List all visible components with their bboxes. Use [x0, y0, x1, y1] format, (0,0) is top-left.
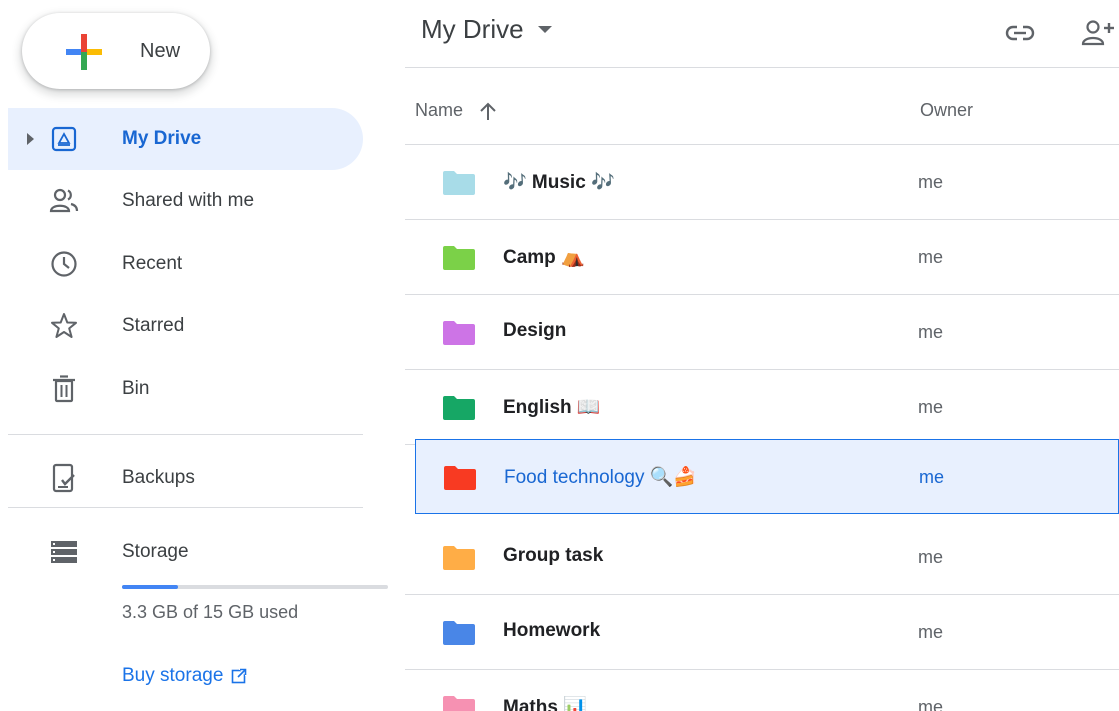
file-owner: me	[918, 622, 944, 642]
file-owner: me	[918, 247, 944, 267]
expand-caret-icon[interactable]	[27, 133, 34, 145]
sidebar-item-label: Starred	[122, 315, 185, 336]
file-row[interactable]: English 📖 me	[405, 370, 1119, 445]
folder-icon	[443, 171, 475, 195]
folder-icon	[443, 246, 475, 270]
star-icon	[48, 310, 80, 342]
file-name: Homework	[503, 620, 601, 641]
folder-icon	[443, 696, 475, 711]
storage-icon	[48, 536, 80, 568]
file-name: English 📖	[503, 397, 601, 418]
file-owner: me	[919, 467, 945, 487]
sidebar-item-recent[interactable]: Recent	[8, 233, 363, 295]
file-name: 🎶 Music 🎶	[503, 172, 615, 193]
file-owner: me	[918, 547, 944, 567]
sidebar-divider	[8, 507, 363, 508]
storage-progress-fill	[122, 585, 178, 589]
file-name: Design	[503, 320, 567, 341]
file-row[interactable]: Homework me	[405, 595, 1119, 670]
sidebar-item-label: Shared with me	[122, 190, 255, 211]
folder-icon	[443, 396, 475, 420]
file-row[interactable]: Food technology 🔍🍰 me	[415, 439, 1119, 514]
file-name: Maths 📊	[503, 697, 587, 711]
drive-icon	[48, 123, 80, 155]
folder-icon	[443, 546, 475, 570]
plus-icon	[66, 34, 102, 70]
sidebar-item-label: Storage	[122, 541, 189, 562]
main-content: My Drive Name Owner 🎶 Music 🎶 me Camp ⛺ …	[405, 0, 1119, 711]
sidebar-item-backups[interactable]: Backups	[8, 447, 363, 509]
file-owner: me	[918, 397, 944, 417]
trash-icon	[48, 373, 80, 405]
sidebar-item-bin[interactable]: Bin	[8, 358, 363, 420]
file-row[interactable]: Design me	[405, 295, 1119, 370]
name-column-header[interactable]: Name	[415, 100, 497, 121]
sidebar-item-label: Backups	[122, 467, 195, 488]
buy-storage-link[interactable]: Buy storage	[122, 665, 248, 687]
backup-device-icon	[48, 462, 80, 494]
share-add-person-icon[interactable]	[1081, 16, 1115, 50]
file-name: Food technology 🔍🍰	[504, 467, 698, 488]
file-row[interactable]: Camp ⛺ me	[405, 220, 1119, 295]
new-button-label: New	[140, 40, 181, 62]
folder-icon	[444, 466, 476, 490]
file-name: Group task	[503, 545, 604, 566]
sidebar: New My Drive Shared with me Recent Starr…	[0, 0, 405, 711]
file-owner: me	[918, 172, 944, 192]
file-row[interactable]: Group task me	[405, 520, 1119, 595]
sidebar-divider	[8, 434, 363, 435]
file-row[interactable]: Maths 📊 me	[405, 670, 1119, 711]
people-icon	[48, 185, 80, 217]
name-column-label: Name	[415, 100, 464, 120]
file-row[interactable]: 🎶 Music 🎶 me	[405, 145, 1119, 220]
column-header-row: Name Owner	[405, 68, 1119, 145]
get-link-icon[interactable]	[1003, 16, 1037, 50]
dropdown-arrow-icon	[537, 26, 552, 33]
buy-storage-label: Buy storage	[122, 665, 224, 686]
external-link-icon	[232, 668, 248, 684]
sidebar-item-my-drive[interactable]: My Drive	[8, 108, 363, 170]
owner-column-header[interactable]: Owner	[920, 100, 973, 121]
file-owner: me	[918, 322, 944, 342]
sidebar-item-label: Recent	[122, 253, 183, 274]
new-button[interactable]: New	[22, 13, 210, 89]
sidebar-item-label: My Drive	[122, 128, 202, 149]
sidebar-item-starred[interactable]: Starred	[8, 295, 363, 357]
clock-icon	[48, 248, 80, 280]
file-name: Camp ⛺	[503, 247, 585, 268]
header: My Drive	[405, 0, 1119, 68]
page-title: My Drive	[421, 14, 524, 44]
storage-progress-bar	[122, 585, 388, 589]
storage-usage-text: 3.3 GB of 15 GB used	[122, 602, 299, 622]
file-owner: me	[918, 697, 944, 711]
location-title[interactable]: My Drive	[421, 14, 552, 45]
folder-icon	[443, 621, 475, 645]
sidebar-item-shared[interactable]: Shared with me	[8, 170, 363, 232]
folder-icon	[443, 321, 475, 345]
sidebar-item-storage[interactable]: Storage	[8, 521, 363, 583]
sidebar-item-label: Bin	[122, 378, 150, 399]
sort-ascending-arrow-icon	[480, 102, 496, 120]
